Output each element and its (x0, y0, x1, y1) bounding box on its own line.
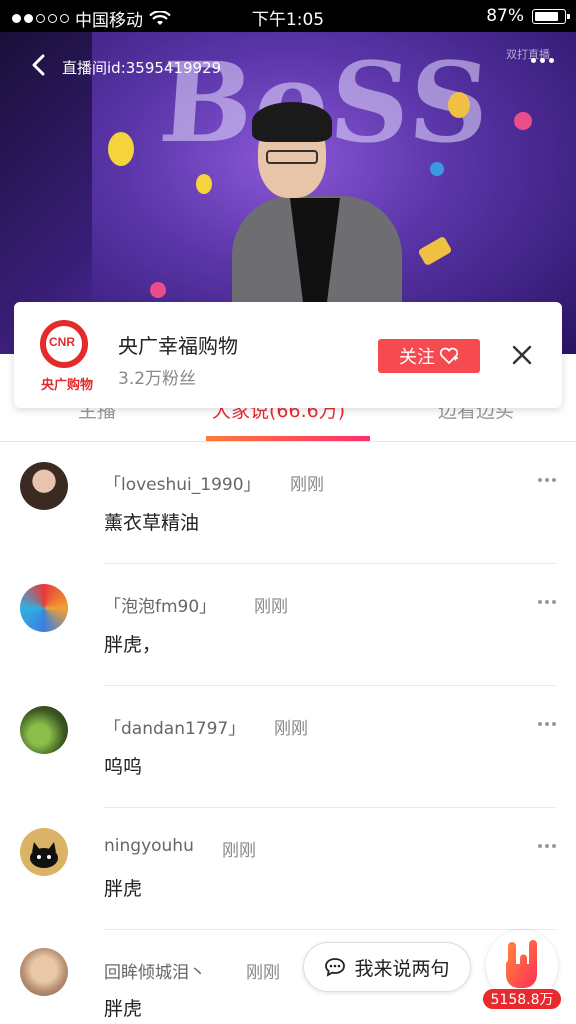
status-bar: 中国移动 下午1:05 87% (0, 0, 576, 32)
comment-user[interactable]: ningyouhu (104, 836, 194, 856)
close-icon[interactable] (511, 344, 533, 366)
confetti (150, 282, 166, 298)
back-icon[interactable] (28, 54, 50, 76)
comment-text: 胖虎 (104, 998, 143, 1020)
comment-time: 刚刚 (290, 475, 324, 495)
confetti (514, 112, 532, 130)
avatar[interactable] (20, 462, 68, 510)
room-id: 直播间id:3595419929 (62, 59, 222, 77)
confetti (196, 174, 212, 194)
comment-user[interactable]: 「泡泡fm90」 (104, 592, 216, 617)
comment-user[interactable]: 「dandan1797」 (104, 714, 245, 739)
follow-button[interactable]: 关注 (378, 339, 480, 373)
fan-count: 3.2万粉丝 (118, 369, 197, 389)
shop-logo: CNR 央广购物 (32, 320, 102, 393)
comment-time: 刚刚 (274, 719, 308, 739)
comment-time: 刚刚 (246, 963, 280, 983)
confetti (430, 162, 444, 176)
comment-user[interactable]: 「loveshui_1990」 (104, 470, 261, 495)
heart-plus-icon (439, 347, 459, 365)
confetti (448, 92, 470, 118)
comment-text: 胖虎 (104, 878, 143, 900)
follow-card: CNR 央广购物 央广幸福购物 3.2万粉丝 关注 (14, 302, 562, 408)
comment-user[interactable]: 回眸倾城泪丶 (104, 958, 206, 983)
comment-more-icon[interactable] (538, 722, 556, 726)
comment-text: 薰衣草精油 (104, 512, 200, 534)
follow-label: 关注 (399, 347, 435, 368)
compose-label: 我来说两句 (354, 957, 450, 980)
comment-text: 呜呜 (104, 756, 143, 778)
tab-indicator (206, 436, 370, 441)
more-options-icon[interactable] (531, 58, 554, 63)
comment-row: 「loveshui_1990」 刚刚 薰衣草精油 (0, 442, 576, 564)
avatar[interactable] (20, 584, 68, 632)
comment-row: ningyouhu 刚刚 胖虎 (0, 808, 576, 930)
avatar[interactable] (20, 706, 68, 754)
comment-more-icon[interactable] (538, 600, 556, 604)
avatar[interactable] (20, 948, 68, 996)
comment-more-icon[interactable] (538, 478, 556, 482)
comment-row: 「泡泡fm90」 刚刚 胖虎， (0, 564, 576, 686)
confetti (108, 132, 134, 166)
battery-percent: 87% (486, 6, 524, 26)
comment-row: 「dandan1797」 刚刚 呜呜 (0, 686, 576, 808)
battery-icon (532, 8, 570, 24)
comment-text: 胖虎， (104, 634, 162, 656)
comment-compose-button[interactable]: 我来说两句 (303, 942, 471, 992)
comment-time: 刚刚 (254, 597, 288, 617)
comment-more-icon[interactable] (538, 844, 556, 848)
like-count: 5158.8万 (482, 988, 562, 1010)
shop-name: 央广幸福购物 (118, 334, 238, 358)
comment-time: 刚刚 (222, 841, 256, 861)
chat-bubble-icon (325, 958, 346, 977)
avatar[interactable] (20, 828, 68, 876)
